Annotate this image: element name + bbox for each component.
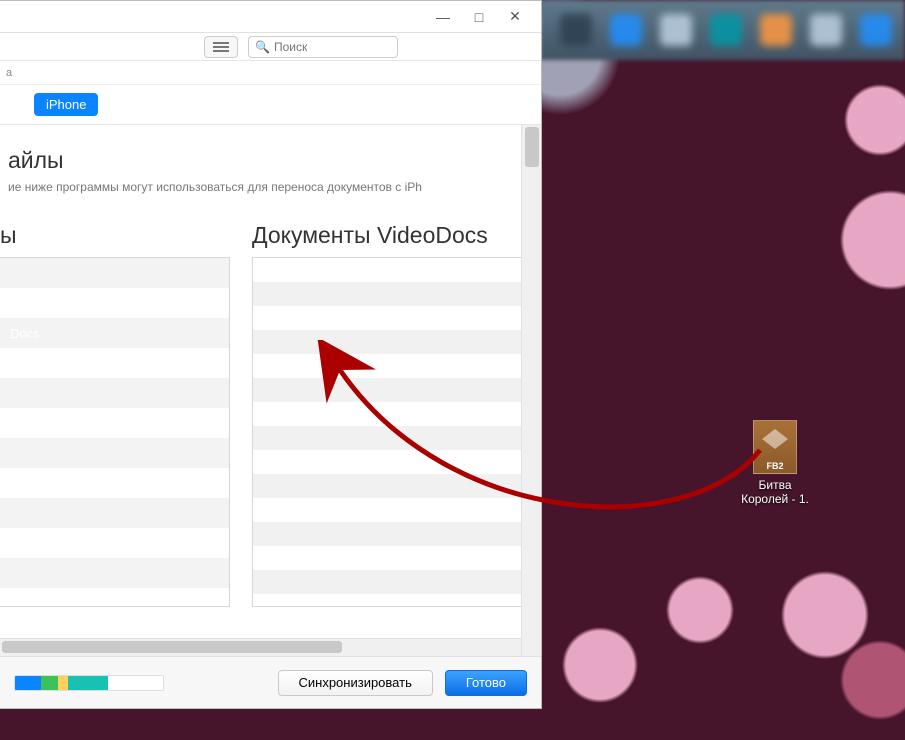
horizontal-scrollbar[interactable] <box>0 638 521 656</box>
section-hint: ие ниже программы могут использоваться д… <box>8 180 541 194</box>
docs-list[interactable] <box>252 257 533 607</box>
doc-row[interactable] <box>253 570 532 594</box>
app-list-item[interactable] <box>0 528 229 558</box>
itunes-window: — □ ✕ 🔍 а iPhone айлы ие ниже программы … <box>0 0 542 709</box>
app-list-item[interactable] <box>0 378 229 408</box>
capacity-segment <box>41 676 59 690</box>
doc-row[interactable] <box>253 594 532 607</box>
search-box[interactable]: 🔍 <box>248 36 398 58</box>
search-icon: 🔍 <box>255 40 270 54</box>
desktop-file-fb2[interactable]: FB2 Битва Королей - 1. <box>730 420 820 507</box>
doc-row[interactable] <box>253 282 532 306</box>
doc-row[interactable] <box>253 498 532 522</box>
device-row: iPhone <box>0 85 541 125</box>
capacity-segment <box>58 676 68 690</box>
doc-row[interactable] <box>253 426 532 450</box>
app-list-item[interactable] <box>0 258 229 288</box>
sync-button[interactable]: Синхронизировать <box>278 670 433 696</box>
capacity-segment <box>15 676 41 690</box>
minimize-button[interactable]: — <box>425 9 461 25</box>
macos-dock <box>560 14 905 46</box>
doc-row[interactable] <box>253 306 532 330</box>
file-icon: FB2 <box>753 420 797 474</box>
window-titlebar: — □ ✕ <box>0 1 541 33</box>
doc-row[interactable] <box>253 354 532 378</box>
file-ext-badge: FB2 <box>754 461 796 471</box>
doc-row[interactable] <box>253 330 532 354</box>
capacity-segment <box>108 676 163 690</box>
close-button[interactable]: ✕ <box>497 8 533 25</box>
app-list-item[interactable] <box>0 498 229 528</box>
storage-capacity-bar <box>14 675 164 691</box>
doc-row[interactable] <box>253 402 532 426</box>
list-icon <box>213 41 229 53</box>
apps-list[interactable]: Docs <box>0 257 230 607</box>
view-toggle-button[interactable] <box>204 36 238 58</box>
search-input[interactable] <box>274 40 391 54</box>
bottom-bar: Синхронизировать Готово <box>0 656 541 708</box>
app-list-item[interactable] <box>0 558 229 588</box>
breadcrumb: а <box>0 61 541 85</box>
doc-row[interactable] <box>253 546 532 570</box>
app-list-item[interactable] <box>0 288 229 318</box>
content-area: айлы ие ниже программы могут использоват… <box>0 125 541 656</box>
doc-row[interactable] <box>253 522 532 546</box>
app-list-item[interactable] <box>0 438 229 468</box>
app-list-item[interactable] <box>0 468 229 498</box>
done-button[interactable]: Готово <box>445 670 527 696</box>
doc-row[interactable] <box>253 474 532 498</box>
doc-row[interactable] <box>253 258 532 282</box>
device-pill-iphone[interactable]: iPhone <box>34 93 98 116</box>
app-list-item[interactable]: Docs <box>0 318 229 348</box>
apps-col-title: ы <box>0 222 230 249</box>
doc-row[interactable] <box>253 378 532 402</box>
section-title: айлы <box>8 147 541 174</box>
vertical-scrollbar[interactable] <box>521 125 541 656</box>
capacity-segment <box>68 676 107 690</box>
docs-col-title: Документы VideoDocs <box>252 222 533 249</box>
app-list-item[interactable] <box>0 348 229 378</box>
file-label: Битва Королей - 1. <box>730 478 820 507</box>
app-list-item[interactable] <box>0 408 229 438</box>
maximize-button[interactable]: □ <box>461 9 497 25</box>
toolbar: 🔍 <box>0 33 541 61</box>
doc-row[interactable] <box>253 450 532 474</box>
